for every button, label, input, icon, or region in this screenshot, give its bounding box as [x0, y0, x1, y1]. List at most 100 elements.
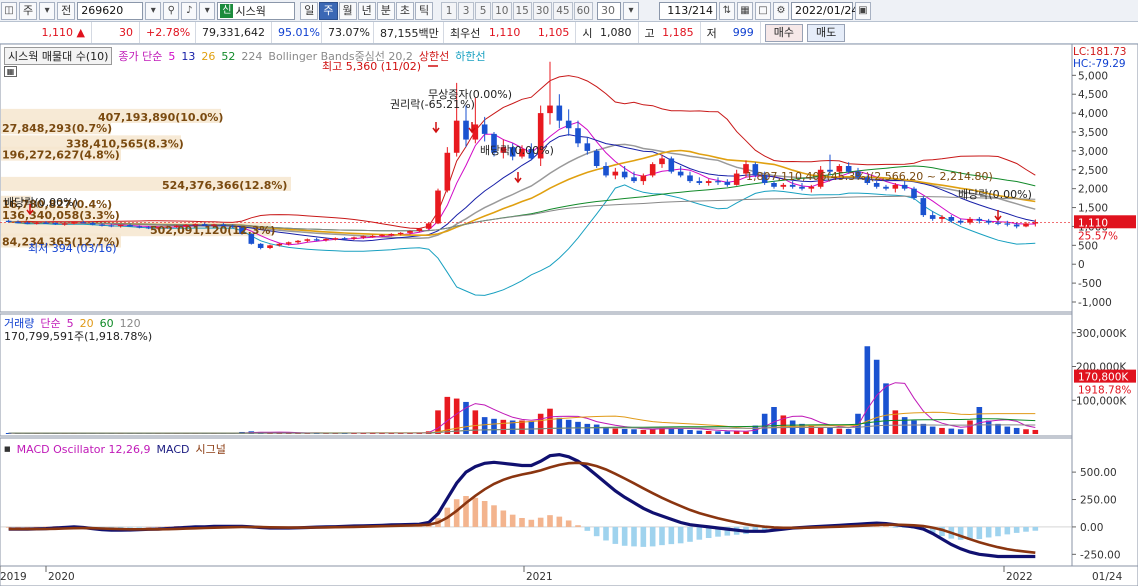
save-icon[interactable]: □	[755, 1, 771, 20]
period-tab-3[interactable]: 년	[357, 1, 376, 20]
dividend-annotation-3: 배당락(0.00%)	[958, 188, 1032, 201]
volume-panel[interactable]	[0, 313, 1073, 437]
dropdown-icon[interactable]: ▾	[39, 1, 56, 20]
macd-tick-label: 500.00	[1080, 467, 1117, 479]
price-tick-label: 0	[1078, 259, 1085, 271]
macd-osc-bar	[565, 520, 572, 527]
grid-icon[interactable]: ▦	[737, 1, 753, 20]
link-icon[interactable]: ⇅	[719, 1, 735, 20]
period-tab-2[interactable]: 월	[338, 1, 357, 20]
sell-button[interactable]: 매도	[807, 23, 846, 42]
candle-body	[771, 183, 777, 187]
candle-body	[724, 181, 731, 185]
period-tab-6[interactable]: 틱	[415, 1, 434, 20]
high-price: 1,185	[657, 22, 701, 43]
macd-tick-label: -250.00	[1080, 549, 1121, 561]
interval-button-60[interactable]: 60	[573, 1, 593, 20]
candle-body	[649, 164, 656, 176]
price-tick-label: 1,500	[1078, 203, 1108, 215]
sound-icon[interactable]: ♪	[181, 1, 198, 20]
candle-body	[369, 235, 376, 238]
open-label: 시	[582, 26, 593, 40]
volume-bar	[827, 427, 833, 434]
interval-button-30[interactable]: 30	[532, 1, 553, 20]
macd-osc-bar	[696, 526, 703, 540]
x-axis-area[interactable]	[0, 565, 1138, 586]
volume-bar	[845, 428, 852, 434]
market-sub-select[interactable]: 전	[57, 1, 76, 20]
chart-canvas[interactable]: 5,000 4,500 4,000 3,500 3,000 2,500 2,000 1,500…	[0, 44, 1138, 586]
candle-body	[407, 230, 413, 233]
dropdown-icon[interactable]: ▾	[145, 1, 162, 20]
ma-period-13: 13	[181, 49, 196, 63]
candle-body	[995, 222, 1001, 224]
macd-osc-bar	[621, 526, 628, 546]
candle-body	[332, 238, 339, 240]
period-tab-4[interactable]: 분	[376, 1, 395, 20]
search-icon[interactable]: ⚲	[163, 1, 180, 20]
gear-icon[interactable]: ⚙	[773, 1, 789, 20]
buy-button[interactable]: 매수	[764, 23, 803, 42]
candle-body	[715, 181, 721, 183]
candle-body	[89, 223, 96, 225]
candle-body	[575, 128, 581, 144]
date-input[interactable]: 2022/01/24	[791, 1, 858, 20]
macd-osc-bar	[985, 526, 992, 538]
interval-button-45[interactable]: 45	[553, 1, 573, 20]
dropdown-icon[interactable]: ▾	[199, 1, 216, 20]
candle-body	[603, 166, 609, 176]
macd-panel[interactable]	[0, 437, 1073, 567]
calendar-icon[interactable]: ▣	[855, 1, 871, 20]
candle-body	[61, 223, 68, 225]
signal-label: 시그널	[195, 443, 226, 456]
x-axis-label: 2021	[526, 571, 553, 583]
candle-body	[780, 184, 787, 187]
interval-button-1[interactable]: 1	[441, 1, 458, 20]
candle-body	[52, 223, 59, 225]
price-tick-label: 4,000	[1078, 108, 1108, 120]
price-tick-label: 4,500	[1078, 89, 1108, 101]
candle-body	[463, 120, 469, 140]
price-tick-label: 3,000	[1078, 146, 1108, 158]
volume-bar	[743, 431, 749, 434]
candle-body	[379, 234, 385, 236]
candle-body	[565, 120, 572, 129]
candle-body	[257, 243, 264, 248]
volume-bar	[696, 430, 703, 434]
count-input[interactable]: 30	[597, 1, 621, 20]
candle-body	[351, 237, 357, 239]
macd-osc-bar	[659, 526, 665, 546]
interval-button-5[interactable]: 5	[475, 1, 492, 20]
toggle-icon[interactable]: ◫	[1, 1, 17, 20]
interval-button-10[interactable]: 10	[492, 1, 512, 20]
interval-button-15[interactable]: 15	[512, 1, 532, 20]
price-legend: 시스웍 매물대 수(10) 종가 단순 5 13 26 52 224 Bollinger…	[4, 47, 486, 65]
candle-body	[43, 222, 49, 224]
volume-bar	[565, 419, 572, 434]
current-price-tag: 1,110	[1078, 217, 1108, 229]
price-tick-label: 2,500	[1078, 165, 1108, 177]
volume-profile-label: 136,340,058(3.3%)	[2, 209, 120, 222]
price-tick-label: -1,000	[1078, 297, 1112, 309]
market-type-select[interactable]: 주	[19, 1, 38, 20]
volume-bar	[939, 427, 945, 434]
stock-name-field[interactable]: 신 시스웍	[217, 1, 296, 20]
best-ask: 1,110	[488, 26, 521, 39]
ma-legend-label: 종가 단순	[118, 50, 163, 63]
volume-profile-legend[interactable]: 시스웍 매물대 수(10)	[4, 47, 113, 65]
candle-body	[71, 222, 77, 224]
period-tab-1[interactable]: 주	[319, 1, 338, 20]
dropdown-icon[interactable]: ▾	[623, 1, 639, 20]
candle-body	[33, 222, 40, 224]
candle-body	[631, 177, 637, 182]
period-tab-0[interactable]: 일	[300, 1, 319, 20]
volume-bar	[911, 420, 917, 434]
table-icon[interactable]: ▦	[4, 66, 17, 77]
period-tab-5[interactable]: 초	[395, 1, 414, 20]
interval-button-3[interactable]: 3	[458, 1, 475, 20]
stock-code-input[interactable]: 269620	[77, 1, 144, 20]
candle-body	[360, 236, 367, 238]
volume-profile-label: 196,272,627(4.8%)	[2, 149, 120, 162]
volume-bar	[1004, 426, 1011, 434]
macd-osc-bar	[603, 526, 609, 541]
